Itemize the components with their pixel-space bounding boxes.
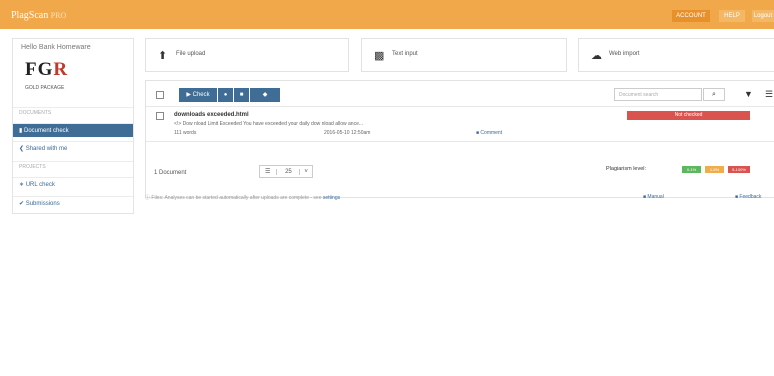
upload-date: 2016-05-10 12:50am: [324, 130, 371, 136]
feedback-link[interactable]: ■ Feedback: [735, 194, 761, 200]
footer-note: ⓘ Files: Analyses can be started automat…: [145, 194, 340, 201]
text-input-card[interactable]: ▩ Text input: [361, 38, 567, 72]
top-navbar: PlagScan PRO ACCOUNT HELP Logout: [0, 0, 774, 29]
document-title[interactable]: downloads exceeded.html: [174, 112, 249, 118]
share-button[interactable]: ●: [218, 88, 233, 102]
list-icon: ☰: [260, 169, 278, 175]
manual-label: Manual: [647, 194, 664, 200]
logout-button[interactable]: Logout: [752, 10, 774, 22]
document-icon: ▮: [19, 128, 23, 134]
cloud-icon: ☁: [591, 50, 602, 62]
per-page-value: 25: [285, 169, 292, 175]
plagiarism-level-label: Plagiarism level:: [606, 166, 647, 172]
select-all-checkbox[interactable]: [156, 91, 164, 99]
document-snippet: <!> Dow nload Limit Exceeded You have ex…: [174, 121, 364, 127]
web-import-label: Web import: [609, 51, 640, 57]
level-low-badge: 0-1%: [682, 166, 701, 173]
manual-link[interactable]: ■ Manual: [643, 194, 664, 200]
chat-icon: ■: [735, 194, 739, 200]
file-upload-card[interactable]: ⬆ File upload: [145, 38, 349, 72]
trash-icon: ■: [239, 92, 244, 98]
link-icon: ∗: [19, 182, 25, 188]
submissions-icon: ✔: [19, 201, 25, 207]
organization-logo: FGR: [25, 59, 69, 80]
comment-icon: ■: [476, 130, 480, 136]
status-badge[interactable]: Not checked: [627, 111, 750, 120]
document-list-panel: ▶ Check ● ■ ◆ Document search ⌕ ▼ ☰ down…: [145, 80, 774, 198]
sidebar-item-url-check[interactable]: ∗ URL check: [13, 177, 133, 191]
tag-icon: ◆: [262, 92, 268, 98]
brand-name: PlagScan: [11, 10, 49, 21]
sidebar-item-submissions[interactable]: ✔ Submissions: [13, 196, 133, 210]
document-count: 1 Document: [154, 170, 187, 176]
sidebar-item-label: Document check: [23, 128, 69, 134]
sidebar-item-label: URL check: [25, 182, 55, 188]
sidebar-item-label: Submissions: [25, 201, 60, 207]
info-icon: ⓘ: [145, 195, 151, 201]
book-icon: ■: [643, 194, 647, 200]
app-logo[interactable]: PlagScan PRO: [11, 10, 66, 21]
search-button[interactable]: ⌕: [703, 88, 725, 101]
play-icon: ▶: [186, 92, 191, 98]
comments-link[interactable]: ■ Comment: [476, 130, 502, 136]
account-button[interactable]: ACCOUNT: [672, 10, 710, 22]
level-mid-badge: 1-5%: [705, 166, 724, 173]
web-import-card[interactable]: ☁ Web import: [578, 38, 774, 72]
clipboard-icon: ▩: [374, 50, 385, 62]
chevron-down-icon: ˅: [299, 169, 312, 175]
share-icon: ❮: [19, 146, 25, 152]
sidebar-item-label: Shared with me: [25, 146, 68, 152]
divider: [146, 141, 774, 142]
comments-label: Comment: [480, 130, 503, 136]
package-label: GOLD PACKAGE: [25, 85, 65, 91]
row-checkbox[interactable]: [156, 112, 164, 120]
section-documents: DOCUMENTS: [13, 107, 133, 117]
upload-icon: ⬆: [158, 50, 168, 62]
text-input-label: Text input: [392, 51, 418, 57]
tag-button[interactable]: ◆: [250, 88, 280, 102]
brand-suffix: PRO: [50, 11, 67, 20]
footer-note-text: Files: Analyses can be started automatic…: [151, 195, 322, 201]
delete-button[interactable]: ■: [234, 88, 249, 102]
sidebar: Hello Bank Homeware FGR GOLD PACKAGE DOC…: [12, 38, 134, 214]
word-count: 111 words: [174, 130, 197, 136]
file-upload-label: File upload: [176, 51, 206, 57]
divider: [146, 106, 774, 107]
filter-icon[interactable]: ▼: [744, 89, 753, 99]
section-projects: PROJECTS: [13, 161, 133, 171]
document-search-input[interactable]: Document search: [614, 88, 702, 101]
sidebar-item-shared-with-me[interactable]: ❮ Shared with me: [13, 141, 133, 155]
per-page-select[interactable]: ☰ 25 ˅: [259, 165, 313, 178]
columns-icon[interactable]: ☰: [765, 89, 773, 100]
search-icon: ⌕: [712, 91, 716, 98]
level-high-badge: 5-100%: [728, 166, 750, 173]
sidebar-item-document-check[interactable]: ▮ Document check: [13, 123, 133, 137]
check-button[interactable]: ▶ Check: [179, 88, 217, 102]
feedback-label: Feedback: [739, 194, 762, 200]
help-button[interactable]: HELP: [719, 10, 745, 22]
user-icon: ●: [223, 92, 228, 98]
settings-link[interactable]: settings: [323, 195, 340, 201]
user-greeting: Hello Bank Homeware: [21, 44, 91, 51]
check-button-label: Check: [192, 92, 210, 98]
